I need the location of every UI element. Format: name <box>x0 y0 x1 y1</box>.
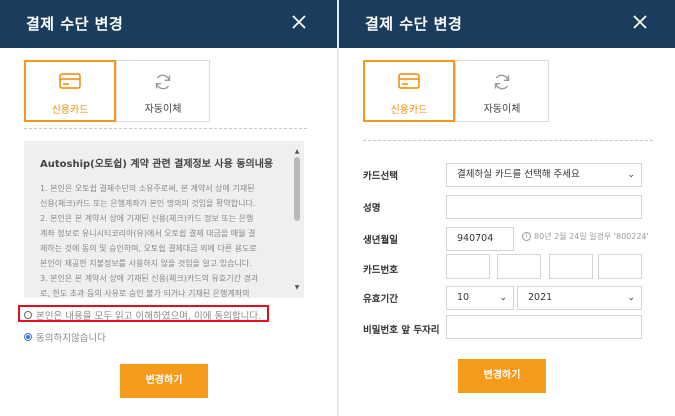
credit-card-icon <box>59 73 81 89</box>
scroll-thumb[interactable] <box>294 157 300 221</box>
divider <box>363 140 653 141</box>
scrollbar[interactable]: ▲ ▼ <box>293 149 301 291</box>
submit-button[interactable]: 변경하기 <box>458 359 546 393</box>
card-select-label: 카드선택 <box>363 171 398 182</box>
agreement-line: 1. 본인은 오토쉽 결제수단의 소유주로써, 본 계약서 상에 기재된 <box>40 184 255 193</box>
agreement-line: 계좌 정보로 유니시티코리아(유)에서 오토쉽 결제 대금을 매월 결 <box>40 229 256 238</box>
agreement-line: 2. 본인은 본 계약서 상에 기재된 신용(체크)카드 정보 또는 은행 <box>40 214 254 223</box>
payment-modal-right: 결제 수단 변경 신용카드 자동이체 카드선택 결제하실 카드를 선택해 주세요… <box>339 0 675 416</box>
tab-label: 자동이체 <box>144 104 182 115</box>
close-icon[interactable] <box>630 12 650 32</box>
tab-label: 자동이체 <box>483 104 521 115</box>
chevron-down-icon: ⌄ <box>627 170 635 180</box>
modal-header: 결제 수단 변경 <box>0 0 337 48</box>
chevron-down-icon: ⌄ <box>627 293 635 303</box>
tab-auto-transfer[interactable]: 자동이체 <box>116 60 210 122</box>
divider <box>24 128 307 129</box>
expiry-month-select[interactable]: 10 ⌄ <box>446 286 514 310</box>
radio-disagree[interactable]: 동의하지않습니다 <box>24 330 106 344</box>
name-field[interactable] <box>446 195 642 219</box>
chevron-down-icon: ⌄ <box>499 293 507 303</box>
radio-disagree-label: 동의하지않습니다 <box>36 333 106 344</box>
birth-hint-text: 80년 2월 24일 일경우 '800224' <box>534 232 649 241</box>
agreement-line: 신용(체크)카드 또는 은행계좌가 본인 명의의 것임을 확약합니다. <box>40 199 256 208</box>
password-field[interactable] <box>446 315 642 339</box>
refresh-icon <box>155 74 171 90</box>
card-number-part-3[interactable] <box>549 254 593 279</box>
radio-button-selected[interactable] <box>24 333 32 341</box>
birth-label: 생년월일 <box>363 235 398 246</box>
password-label: 비밀번호 앞 두자리 <box>363 325 440 336</box>
card-number-part-2[interactable] <box>497 254 541 279</box>
agreement-text: 1. 본인은 오토쉽 결제수단의 소유주로써, 본 계약서 상에 기재된 신용(… <box>40 181 288 298</box>
birth-field[interactable]: 940704 <box>446 227 514 251</box>
credit-card-icon <box>398 73 420 89</box>
highlight-box <box>18 305 269 322</box>
modal-title: 결제 수단 변경 <box>26 15 124 33</box>
refresh-icon <box>494 74 510 90</box>
agreement-line: 로, 한도 초과 등의 사유로 승인 불가 되거나 기재된 은행계좌의 <box>40 289 250 298</box>
agreement-line: 본인이 제공한 지불정보를 사용하지 않을 것임을 알고 있습니다. <box>40 259 252 268</box>
agreement-title: Autoship(오토쉽) 계약 관련 결제정보 사용 동의내용 <box>40 159 274 170</box>
tab-auto-transfer[interactable]: 자동이체 <box>455 60 549 122</box>
tab-label: 신용카드 <box>390 105 428 116</box>
expiry-month-value: 10 <box>457 292 470 303</box>
name-label: 성명 <box>363 203 381 214</box>
card-select[interactable]: 결제하실 카드를 선택해 주세요 ⌄ <box>446 163 642 187</box>
birth-hint: ! 80년 2월 24일 일경우 '800224' <box>522 231 649 242</box>
card-number-part-1[interactable] <box>446 254 490 279</box>
tab-credit-card[interactable]: 신용카드 <box>363 60 455 122</box>
agreement-line: 3. 본인은 본 계약서 상에 기재된 신용(체크)카드의 유효기간 경과 <box>40 274 259 283</box>
modal-header: 결제 수단 변경 <box>339 0 675 48</box>
expiry-year-select[interactable]: 2021 ⌄ <box>517 286 642 310</box>
agreement-line: 제하는 것에 동의 및 승인하며, 오토쉽 결제대금 외에 다른 용도로 <box>40 244 257 253</box>
submit-button[interactable]: 변경하기 <box>120 364 208 398</box>
scroll-up-arrow-icon[interactable]: ▲ <box>293 149 301 155</box>
card-select-value: 결제하실 카드를 선택해 주세요 <box>457 169 580 180</box>
agreement-box[interactable]: Autoship(오토쉽) 계약 관련 결제정보 사용 동의내용 1. 본인은 … <box>24 141 304 298</box>
info-icon: ! <box>522 232 531 241</box>
payment-modal-left: 결제 수단 변경 신용카드 자동이체 Autoship(오토쉽) 계약 관련 결… <box>0 0 337 416</box>
scroll-down-arrow-icon[interactable]: ▼ <box>293 285 301 291</box>
card-number-label: 카드번호 <box>363 265 398 276</box>
expiry-label: 유효기간 <box>363 294 398 305</box>
tab-label: 신용카드 <box>51 105 89 116</box>
tab-credit-card[interactable]: 신용카드 <box>24 60 116 122</box>
card-number-part-4[interactable] <box>598 254 642 279</box>
close-icon[interactable] <box>289 12 309 32</box>
modal-title: 결제 수단 변경 <box>365 15 463 33</box>
expiry-year-value: 2021 <box>528 292 553 303</box>
